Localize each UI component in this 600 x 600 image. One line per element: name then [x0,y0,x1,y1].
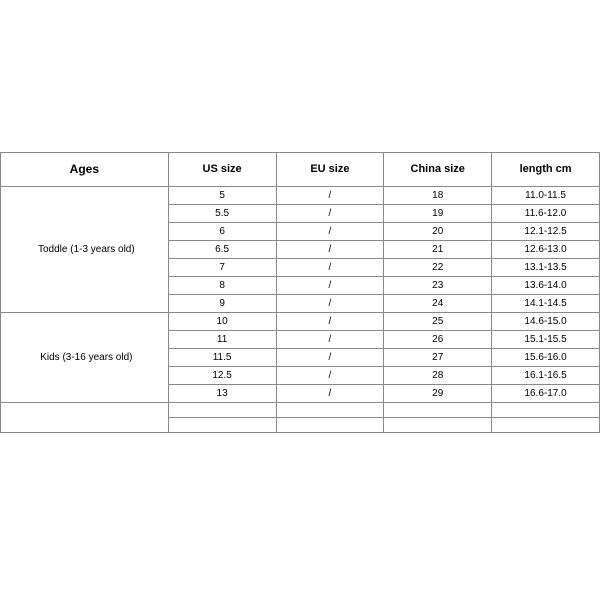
cell-china [384,403,492,418]
cell-length: 13.1-13.5 [492,259,600,277]
cell-china: 27 [384,349,492,367]
cell-eu: / [276,223,384,241]
cell-length: 12.1-12.5 [492,223,600,241]
cell-eu [276,403,384,418]
cell-us: 7 [168,259,276,277]
cell-us: 12.5 [168,367,276,385]
cell-length [492,418,600,433]
cell-eu: / [276,295,384,313]
cell-us: 13 [168,385,276,403]
cell-china: 22 [384,259,492,277]
cell-length: 14.1-14.5 [492,295,600,313]
cell-eu [276,418,384,433]
cell-china [384,418,492,433]
cell-china: 24 [384,295,492,313]
cell-length: 16.6-17.0 [492,385,600,403]
cell-china: 21 [384,241,492,259]
cell-us: 5.5 [168,205,276,223]
cell-china: 18 [384,187,492,205]
cell-us: 5 [168,187,276,205]
cell-length: 11.6-12.0 [492,205,600,223]
cell-eu: / [276,205,384,223]
cell-china: 26 [384,331,492,349]
header-row: Ages US size EU size China size length c… [1,153,600,187]
group-label: Toddle (1-3 years old) [1,187,169,313]
cell-eu: / [276,367,384,385]
cell-eu: / [276,331,384,349]
cell-length: 14.6-15.0 [492,313,600,331]
cell-length: 15.1-15.5 [492,331,600,349]
header-us: US size [168,153,276,187]
cell-china: 20 [384,223,492,241]
cell-us [168,418,276,433]
cell-china: 28 [384,367,492,385]
cell-eu: / [276,241,384,259]
size-table: Ages US size EU size China size length c… [0,152,600,433]
header-length: length cm [492,153,600,187]
cell-length: 13.6-14.0 [492,277,600,295]
cell-us: 8 [168,277,276,295]
cell-us: 10 [168,313,276,331]
cell-china: 25 [384,313,492,331]
cell-eu: / [276,187,384,205]
cell-eu: / [276,259,384,277]
header-eu: EU size [276,153,384,187]
table-row: Kids (3-16 years old)10/2514.6-15.0 [1,313,600,331]
cell-us: 11 [168,331,276,349]
cell-china: 19 [384,205,492,223]
cell-eu: / [276,349,384,367]
header-china: China size [384,153,492,187]
cell-length [492,403,600,418]
table-row: Toddle (1-3 years old)5/1811.0-11.5 [1,187,600,205]
cell-eu: / [276,277,384,295]
cell-us [168,403,276,418]
cell-length: 16.1-16.5 [492,367,600,385]
table-row [1,403,600,418]
cell-us: 9 [168,295,276,313]
cell-eu: / [276,385,384,403]
cell-length: 15.6-16.0 [492,349,600,367]
cell-length: 12.6-13.0 [492,241,600,259]
header-ages: Ages [1,153,169,187]
group-label [1,403,169,433]
cell-us: 11.5 [168,349,276,367]
size-chart: Ages US size EU size China size length c… [0,152,600,433]
group-label: Kids (3-16 years old) [1,313,169,403]
cell-length: 11.0-11.5 [492,187,600,205]
cell-china: 29 [384,385,492,403]
cell-china: 23 [384,277,492,295]
cell-us: 6.5 [168,241,276,259]
cell-us: 6 [168,223,276,241]
cell-eu: / [276,313,384,331]
